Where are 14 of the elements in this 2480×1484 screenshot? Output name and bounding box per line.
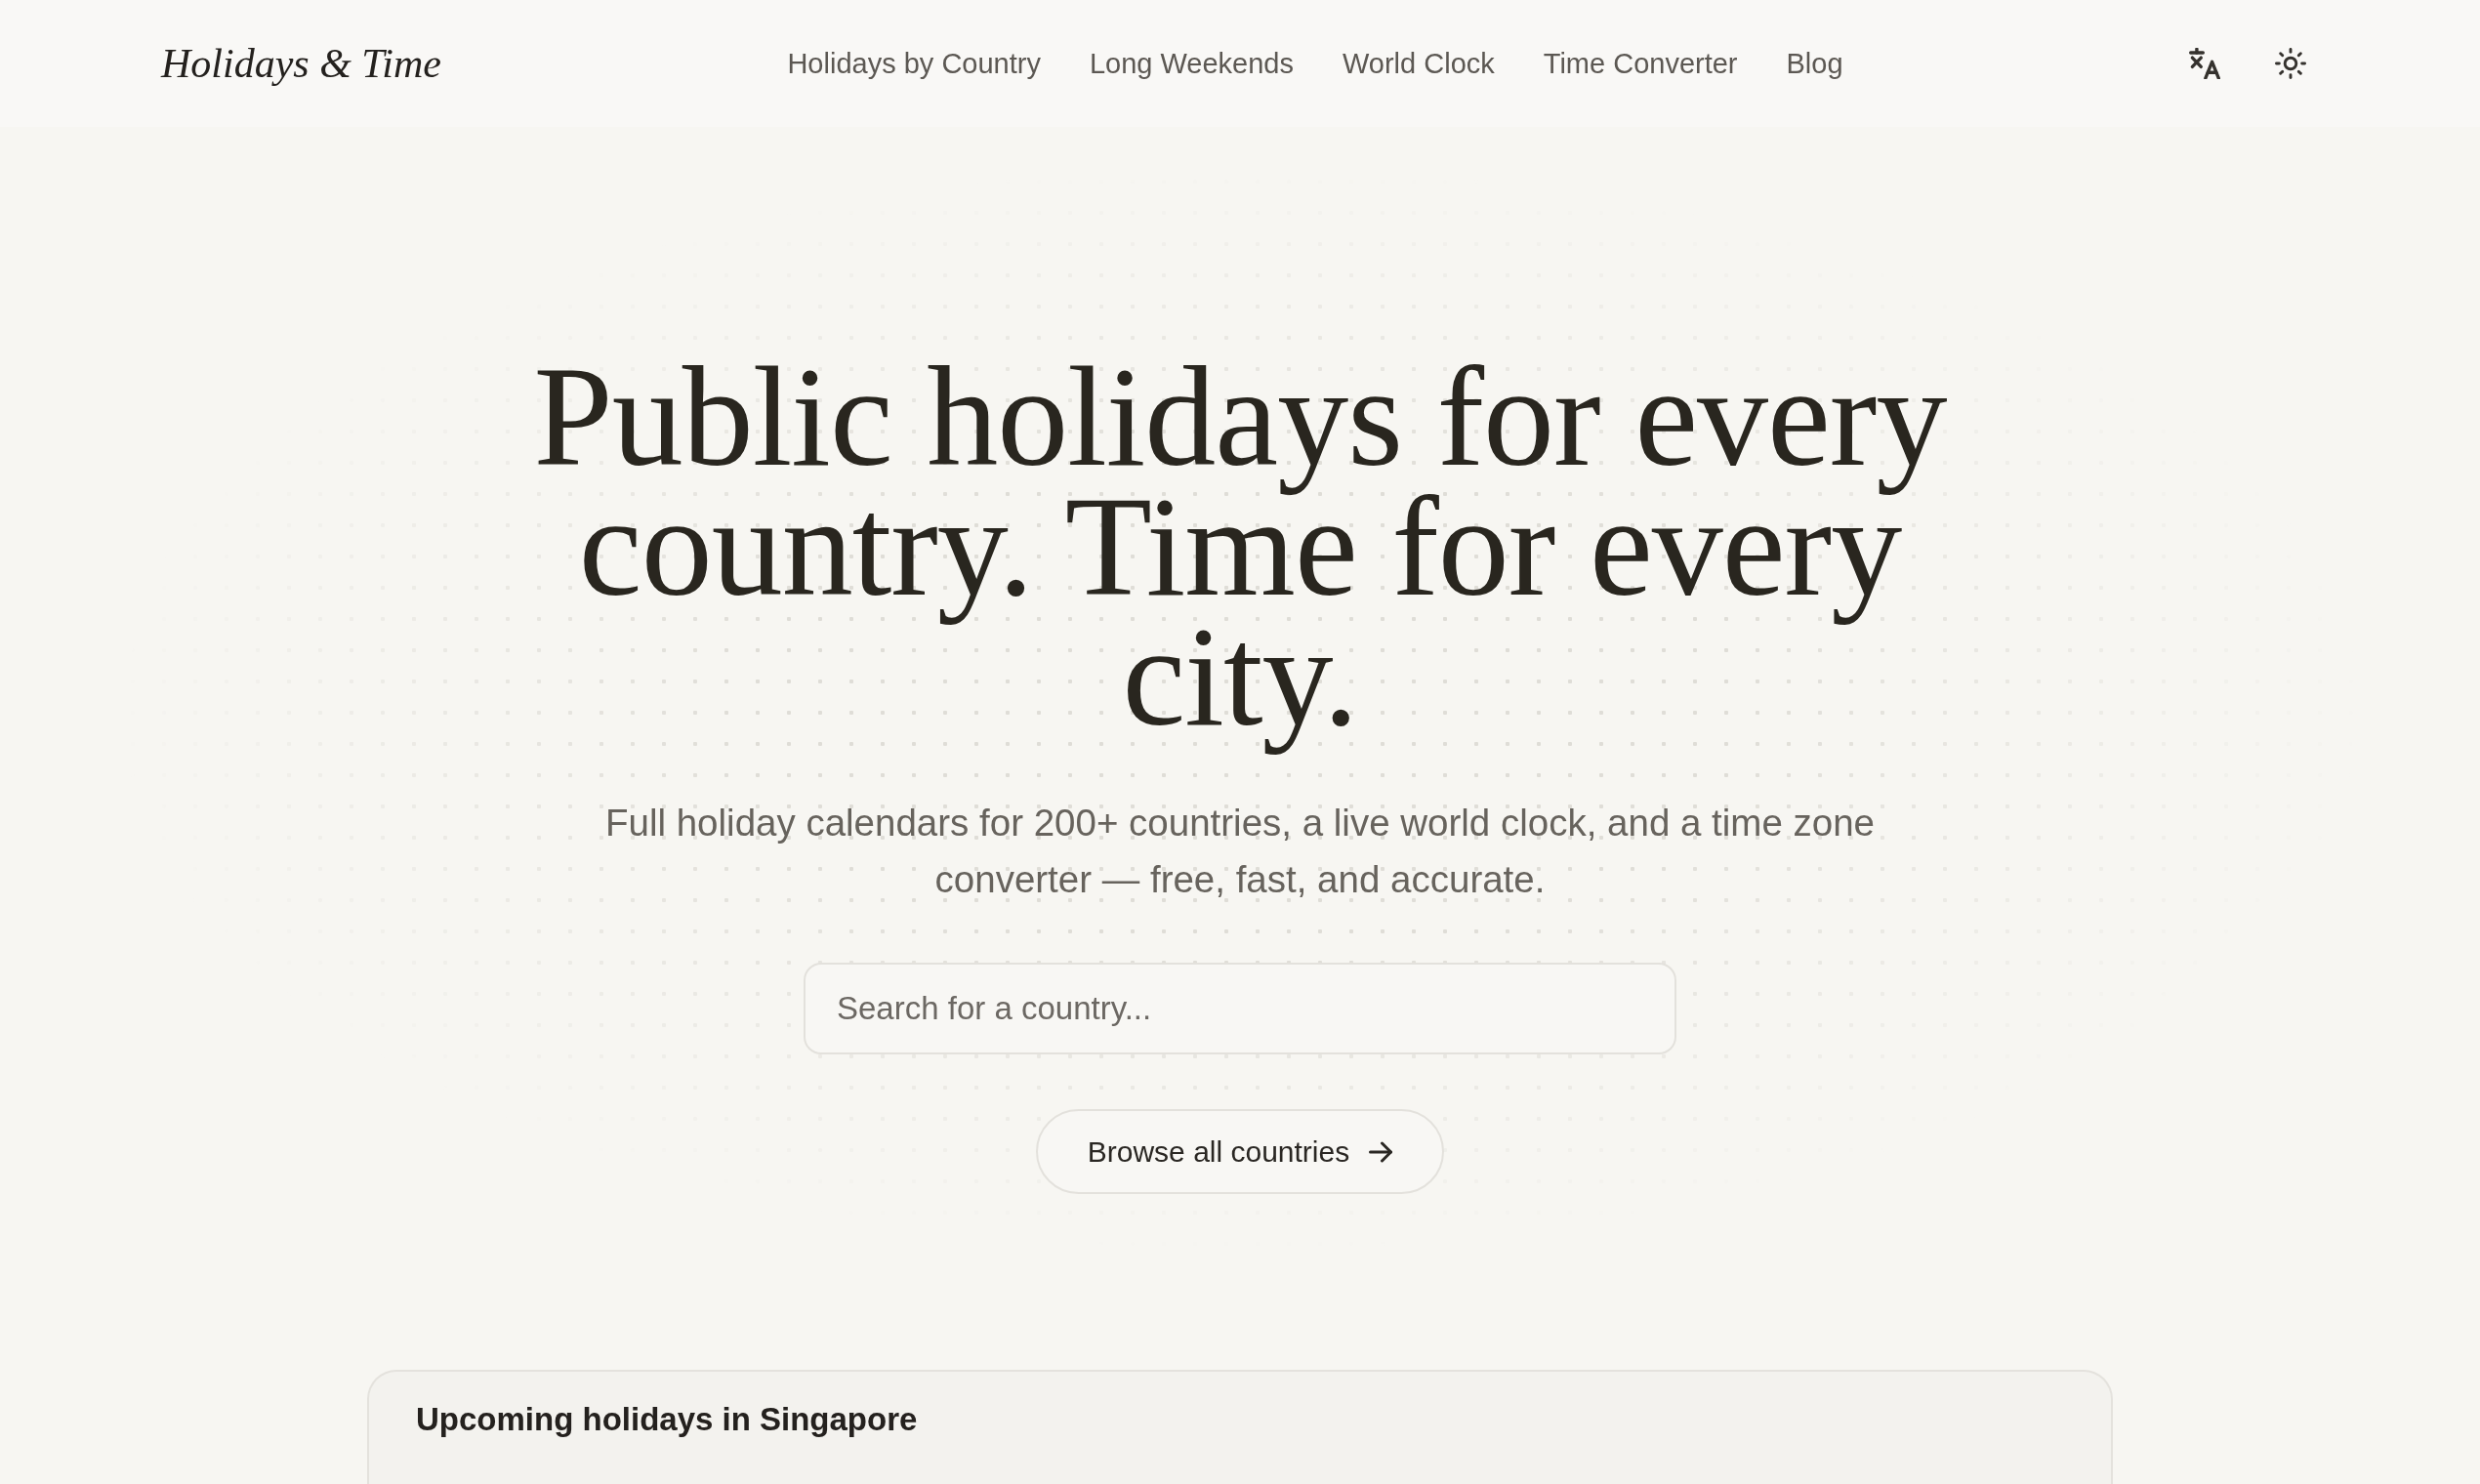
arrow-right-icon (1369, 1140, 1393, 1163)
sun-icon[interactable] (2275, 48, 2306, 79)
translate-icon[interactable] (2189, 48, 2220, 79)
card-heading: Upcoming holidays in Singapore (416, 1401, 918, 1438)
nav-link[interactable]: Holidays by Country (787, 47, 1041, 80)
nav-link[interactable]: Long Weekends (1089, 47, 1294, 80)
nav-link[interactable]: Blog (1786, 47, 1843, 80)
site-logo[interactable]: Holidays & Time (161, 40, 441, 87)
hero-headline: Public holidays for every country. Time for every city. (532, 347, 1948, 758)
nav-link[interactable]: Time Converter (1543, 47, 1738, 80)
browse-countries-button[interactable]: Browse all countries (1036, 1109, 1444, 1194)
nav-link[interactable]: World Clock (1343, 47, 1495, 80)
hero-description: Full holiday calendars for 200+ countries, a live world clock, and a time zone converter — free, fast, and accurate. (603, 801, 1877, 902)
search-field[interactable]: Search for a country... (804, 963, 1676, 1054)
